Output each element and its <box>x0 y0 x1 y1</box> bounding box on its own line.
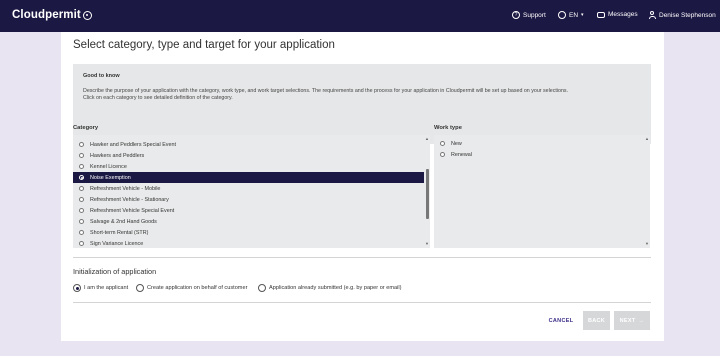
cloudpermit-logo[interactable]: Cloudpermit <box>12 9 92 21</box>
radio-icon <box>79 241 84 246</box>
user-menu[interactable]: Denise Stephenson <box>648 11 716 19</box>
support-link[interactable]: ? Support <box>512 11 546 19</box>
category-option[interactable]: Sign Variance Licence <box>73 238 424 248</box>
scrollbar-thumb[interactable] <box>426 168 429 219</box>
radio-icon <box>440 141 445 146</box>
arrow-right-icon: → <box>638 317 645 324</box>
partial-hidden-item <box>73 135 424 138</box>
actions-divider <box>73 302 651 303</box>
chat-icon <box>597 11 605 18</box>
init-option-applicant[interactable]: I am the applicant <box>73 284 128 292</box>
radio-icon <box>79 153 84 158</box>
radio-icon <box>79 197 84 202</box>
radio-icon <box>79 230 84 235</box>
radio-icon <box>79 208 84 213</box>
category-option[interactable]: Hawkers and Peddlers <box>73 150 424 161</box>
support-label: Support <box>523 11 546 19</box>
radio-icon[interactable] <box>258 284 266 292</box>
work-type-scrollbar[interactable]: ▲ ▼ <box>644 135 650 248</box>
application-card: Select category, type and target for you… <box>61 32 664 341</box>
messages-link[interactable]: Messages <box>597 11 638 18</box>
work-type-listbox[interactable]: New Renewal ▲ ▼ <box>434 135 650 248</box>
language-selector[interactable]: EN ▾ <box>558 11 584 19</box>
scroll-up-icon[interactable]: ▲ <box>645 136 649 142</box>
radio-icon <box>79 164 84 169</box>
info-line-1: Describe the purpose of your application… <box>83 88 569 94</box>
page-title: Select category, type and target for you… <box>73 39 335 51</box>
category-option[interactable]: Hawker and Peddlers Special Event <box>73 139 424 150</box>
scroll-down-icon[interactable]: ▼ <box>645 241 649 247</box>
top-navigation-bar: Cloudpermit ? Support EN ▾ Messages Deni… <box>0 0 720 32</box>
category-listbox[interactable]: Hawker and Peddlers Special Event Hawker… <box>73 135 430 248</box>
category-option-selected[interactable]: Noise Exemption <box>73 172 424 183</box>
radio-icon <box>79 186 84 191</box>
cancel-button[interactable]: CANCEL <box>545 311 577 330</box>
messages-label: Messages <box>608 11 638 18</box>
brand-name: Cloudpermit <box>12 9 81 21</box>
initialization-title: Initialization of application <box>73 267 157 276</box>
category-option[interactable]: Refreshment Vehicle - Stationary <box>73 194 424 205</box>
info-line-2: Click on each category to see detailed d… <box>83 95 233 101</box>
init-option-already-submitted[interactable]: Application already submitted (e.g. by p… <box>258 284 401 292</box>
info-title: Good to know <box>83 73 120 79</box>
radio-icon <box>79 219 84 224</box>
category-option[interactable]: Refreshment Vehicle Special Event <box>73 205 424 216</box>
user-name: Denise Stephenson <box>659 11 716 19</box>
next-button[interactable]: NEXT → <box>614 311 650 330</box>
init-option-on-behalf[interactable]: Create application on behalf of customer <box>136 284 247 292</box>
chevron-down-icon: ▾ <box>581 12 584 18</box>
radio-icon <box>440 152 445 157</box>
radio-selected-icon <box>79 175 84 180</box>
back-button[interactable]: BACK <box>583 311 610 330</box>
work-type-option[interactable]: New <box>434 138 644 149</box>
section-divider <box>73 257 651 258</box>
category-scrollbar[interactable]: ▲ ▼ <box>424 135 430 248</box>
category-label: Category <box>73 125 99 131</box>
scroll-up-icon[interactable]: ▲ <box>425 136 429 142</box>
info-text: Describe the purpose of your application… <box>83 88 643 102</box>
language-label: EN <box>569 11 579 19</box>
next-label: NEXT <box>619 317 636 324</box>
category-option[interactable]: Short-term Rental (STR) <box>73 227 424 238</box>
globe-icon <box>558 11 566 19</box>
category-option[interactable]: Refreshment Vehicle - Mobile <box>73 183 424 194</box>
brand-mark-icon <box>82 10 92 20</box>
user-icon <box>648 11 656 19</box>
work-type-option[interactable]: Renewal <box>434 149 644 160</box>
category-option[interactable]: Salvage & 2nd Hand Goods <box>73 216 424 227</box>
work-type-label: Work type <box>434 125 462 131</box>
radio-checked-icon[interactable] <box>73 284 81 292</box>
question-icon: ? <box>512 11 520 19</box>
info-box: Good to know Describe the purpose of you… <box>73 64 651 144</box>
radio-icon[interactable] <box>136 284 144 292</box>
scroll-down-icon[interactable]: ▼ <box>425 241 429 247</box>
radio-icon <box>79 142 84 147</box>
category-option[interactable]: Kennel Licence <box>73 161 424 172</box>
